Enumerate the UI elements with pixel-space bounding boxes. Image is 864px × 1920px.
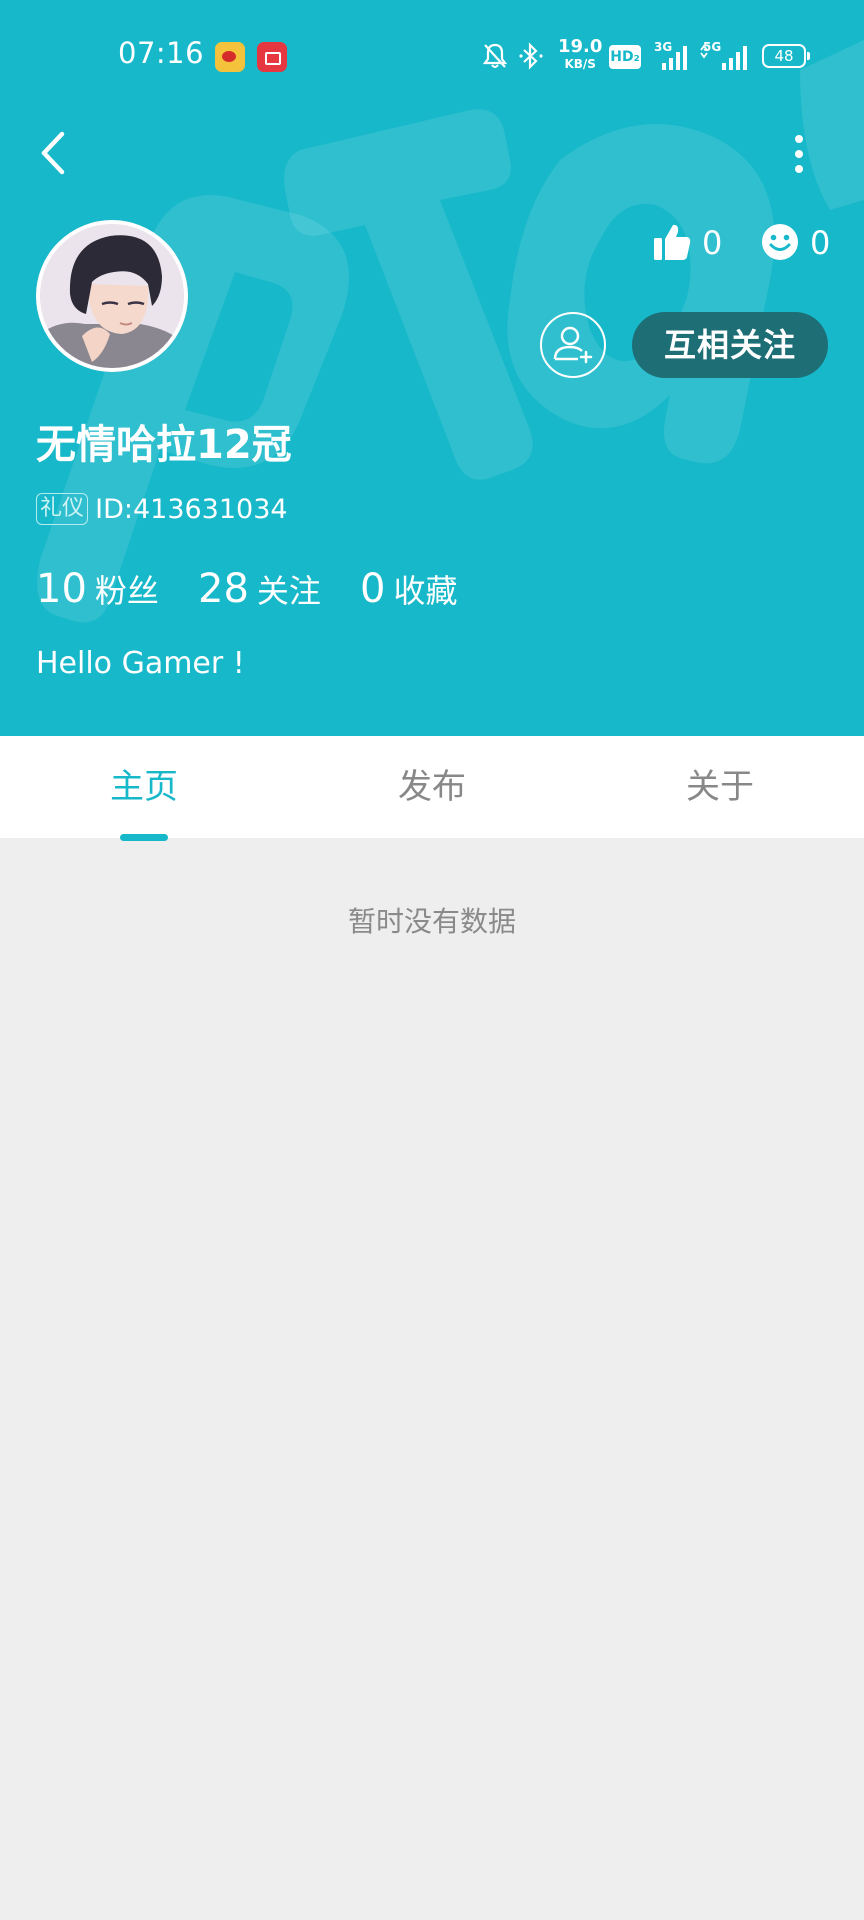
count-value: 0 bbox=[360, 566, 386, 612]
tab-bar: 主页 发布 关于 bbox=[0, 736, 864, 838]
id-row: 礼仪 ID:413631034 bbox=[36, 493, 288, 527]
user-bio: Hello Gamer ! bbox=[36, 646, 245, 681]
signal-2-icon bbox=[700, 44, 747, 70]
thumbs-up-icon bbox=[654, 224, 691, 260]
count-label: 粉丝 bbox=[94, 572, 159, 610]
active-tab-indicator bbox=[120, 834, 168, 841]
add-friend-button[interactable] bbox=[540, 312, 606, 378]
mute-bell-icon bbox=[482, 43, 508, 68]
smiles-stat[interactable]: 0 bbox=[760, 222, 830, 266]
favorites-count[interactable]: 0 收藏 bbox=[360, 566, 457, 612]
hd-badge: HD₂ bbox=[609, 45, 641, 69]
username: 无情哈拉12冠 bbox=[36, 422, 292, 468]
more-icon[interactable] bbox=[784, 130, 814, 176]
weibo-app-icon bbox=[215, 42, 245, 72]
smile-icon bbox=[762, 224, 798, 260]
user-id: ID:413631034 bbox=[95, 493, 288, 525]
status-time: 07:16 bbox=[118, 36, 205, 70]
net-speed-unit: KB/S bbox=[564, 57, 596, 71]
net-speed-value: 19.0 bbox=[558, 36, 603, 57]
battery-indicator: 48 bbox=[762, 44, 810, 68]
net-speed: 19.0 KB/S bbox=[558, 36, 603, 71]
smiles-count: 0 bbox=[810, 224, 831, 262]
followers-count[interactable]: 10 粉丝 bbox=[36, 566, 159, 612]
following-count[interactable]: 28 关注 bbox=[198, 566, 321, 612]
mutual-follow-button[interactable]: 互相关注 bbox=[632, 312, 828, 378]
count-value: 10 bbox=[36, 566, 87, 612]
count-label: 收藏 bbox=[393, 572, 458, 610]
profile-counts: 10 粉丝 28 关注 0 收藏 bbox=[36, 566, 492, 612]
count-label: 关注 bbox=[256, 572, 321, 610]
bluetooth-icon bbox=[519, 42, 543, 70]
tab-about[interactable]: 关于 bbox=[576, 736, 864, 838]
likes-count: 0 bbox=[702, 224, 723, 262]
back-icon[interactable] bbox=[34, 128, 74, 178]
tab-posts[interactable]: 发布 bbox=[288, 736, 576, 838]
empty-state-text: 暂时没有数据 bbox=[347, 905, 516, 938]
avatar[interactable] bbox=[36, 220, 188, 372]
add-friend-icon bbox=[553, 326, 593, 364]
signal-1-icon bbox=[662, 46, 687, 70]
user-badge: 礼仪 bbox=[36, 493, 89, 525]
screen-record-icon bbox=[257, 42, 287, 72]
tab-home[interactable]: 主页 bbox=[0, 736, 288, 838]
count-value: 28 bbox=[198, 566, 249, 612]
avatar-image bbox=[40, 224, 184, 368]
likes-stat[interactable]: 0 bbox=[652, 222, 722, 266]
profile-header: 07:16 19.0 KB/S HD₂ 3G 5G 48 0 0 互相关注 无情… bbox=[0, 0, 864, 736]
